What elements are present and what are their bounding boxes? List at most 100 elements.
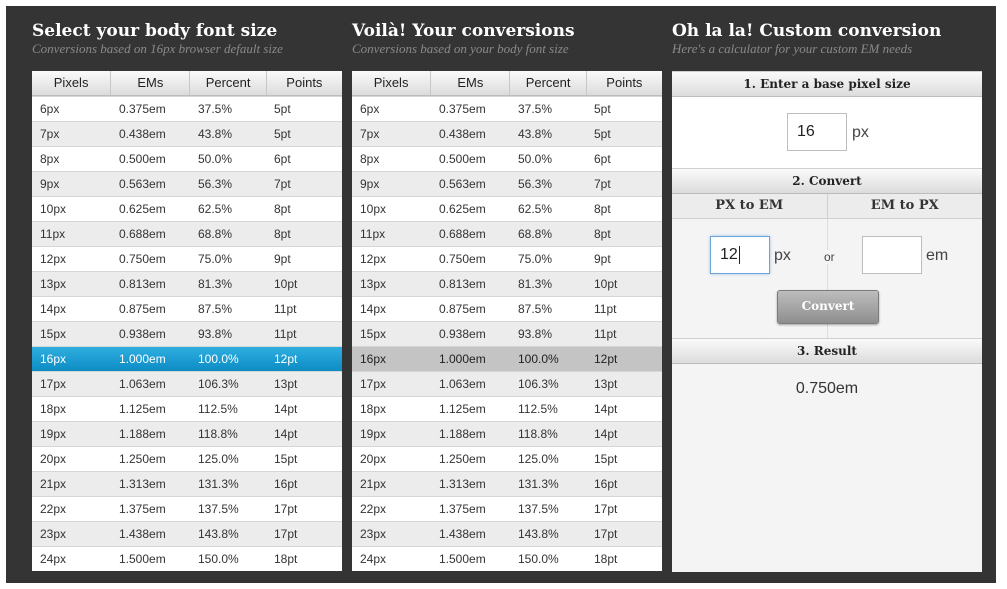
cell-percent: 50.0% [198, 152, 233, 166]
cell-pixels: 13px [360, 277, 387, 291]
table-row: 14px 0.875em 87.5% 11pt [352, 296, 662, 321]
cell-pixels: 20px [360, 452, 387, 466]
cell-ems: 1.250em [119, 452, 166, 466]
table-row: 13px 0.813em 81.3% 10pt [352, 271, 662, 296]
cell-points: 17pt [274, 502, 298, 516]
cell-ems: 1.188em [439, 427, 486, 441]
cell-points: 15pt [274, 452, 298, 466]
table-body: 6px 0.375em 37.5% 5pt 7px 0.438em 43.8% 5pt 8px 0… [32, 96, 342, 571]
cell-percent: 37.5% [198, 102, 233, 116]
cell-points: 17pt [594, 502, 618, 516]
table-row[interactable]: 9px 0.563em 56.3% 7pt [32, 171, 342, 196]
cell-ems: 1.500em [439, 552, 486, 566]
convert-button[interactable]: Convert [777, 290, 879, 324]
cell-pixels: 14px [40, 302, 67, 316]
cell-pixels: 16px [40, 352, 67, 366]
cell-points: 9pt [274, 252, 291, 266]
base-pixel-input[interactable]: 16 [787, 113, 847, 151]
cell-points: 7pt [274, 177, 291, 191]
cell-points: 12pt [274, 352, 298, 366]
cell-ems: 0.875em [119, 302, 166, 316]
tab-em-to-px[interactable]: EM to PX [826, 194, 983, 218]
cell-ems: 0.563em [439, 177, 486, 191]
table-row[interactable]: 18px 1.125em 112.5% 14pt [32, 396, 342, 421]
cell-percent: 81.3% [518, 277, 553, 291]
table-row[interactable]: 7px 0.438em 43.8% 5pt [32, 121, 342, 146]
column-header-percent[interactable]: Percent [190, 71, 267, 95]
column-header-pixels[interactable]: Pixels [32, 71, 112, 95]
table-row: 21px 1.313em 131.3% 16pt [352, 471, 662, 496]
cell-percent: 143.8% [198, 527, 239, 541]
table-row[interactable]: 10px 0.625em 62.5% 8pt [32, 196, 342, 221]
cell-percent: 106.3% [518, 377, 559, 391]
cell-points: 8pt [594, 227, 611, 241]
cell-pixels: 15px [360, 327, 387, 341]
table-row: 12px 0.750em 75.0% 9pt [352, 246, 662, 271]
column-header-ems: EMs [431, 71, 511, 95]
column-header-points[interactable]: Points [267, 71, 342, 95]
cell-ems: 1.500em [119, 552, 166, 566]
cell-pixels: 13px [40, 277, 67, 291]
cell-ems: 1.000em [439, 352, 486, 366]
cell-ems: 0.375em [119, 102, 166, 116]
cell-pixels: 22px [360, 502, 387, 516]
table-row[interactable]: 15px 0.938em 93.8% 11pt [32, 321, 342, 346]
panel-title: Voilà! Your conversions [352, 21, 575, 41]
table-row[interactable]: 19px 1.188em 118.8% 14pt [32, 421, 342, 446]
cell-ems: 0.938em [439, 327, 486, 341]
px-input[interactable]: 12 [710, 236, 770, 274]
table-row[interactable]: 14px 0.875em 87.5% 11pt [32, 296, 342, 321]
cell-percent: 68.8% [198, 227, 233, 241]
panel-title: Select your body font size [32, 21, 278, 41]
cell-pixels: 12px [40, 252, 67, 266]
cell-percent: 75.0% [198, 252, 233, 266]
cell-pixels: 18px [360, 402, 387, 416]
table-row[interactable]: 24px 1.500em 150.0% 18pt [32, 546, 342, 571]
cell-points: 5pt [594, 102, 611, 116]
cell-ems: 0.438em [119, 127, 166, 141]
table-row[interactable]: 23px 1.438em 143.8% 17pt [32, 521, 342, 546]
table-row[interactable]: 13px 0.813em 81.3% 10pt [32, 271, 342, 296]
cell-points: 9pt [594, 252, 611, 266]
cell-pixels: 24px [40, 552, 67, 566]
cell-percent: 43.8% [518, 127, 553, 141]
table-row[interactable]: 8px 0.500em 50.0% 6pt [32, 146, 342, 171]
cell-pixels: 11px [40, 227, 66, 241]
cell-pixels: 23px [40, 527, 67, 541]
cell-ems: 1.375em [119, 502, 166, 516]
cell-ems: 1.125em [119, 402, 166, 416]
cell-percent: 62.5% [198, 202, 233, 216]
cell-ems: 0.813em [439, 277, 486, 291]
table-header: Pixels EMs Percent Points [32, 71, 342, 96]
cell-points: 7pt [594, 177, 611, 191]
cell-pixels: 11px [360, 227, 386, 241]
cell-percent: 43.8% [198, 127, 233, 141]
cell-ems: 0.938em [119, 327, 166, 341]
px-input-value: 12 [720, 246, 738, 263]
tab-px-to-em[interactable]: PX to EM [672, 194, 827, 218]
cell-points: 16pt [594, 477, 618, 491]
column-header-percent: Percent [510, 71, 587, 95]
cell-pixels: 17px [40, 377, 67, 391]
cell-ems: 0.500em [439, 152, 486, 166]
table-row[interactable]: 22px 1.375em 137.5% 17pt [32, 496, 342, 521]
table-row[interactable]: 12px 0.750em 75.0% 9pt [32, 246, 342, 271]
cell-percent: 100.0% [198, 352, 239, 366]
cell-percent: 75.0% [518, 252, 553, 266]
table-row[interactable]: 17px 1.063em 106.3% 13pt [32, 371, 342, 396]
table-row[interactable]: 11px 0.688em 68.8% 8pt [32, 221, 342, 246]
cell-points: 11pt [274, 327, 297, 341]
table-row[interactable]: 16px 1.000em 100.0% 12pt [32, 346, 342, 371]
cell-percent: 93.8% [198, 327, 233, 341]
cell-points: 14pt [594, 427, 618, 441]
em-input[interactable] [862, 236, 922, 274]
app-frame: Select your body font size Conversions b… [6, 6, 996, 583]
cell-points: 10pt [274, 277, 298, 291]
cell-ems: 0.438em [439, 127, 486, 141]
cell-points: 8pt [274, 202, 291, 216]
table-row[interactable]: 6px 0.375em 37.5% 5pt [32, 96, 342, 121]
column-header-ems[interactable]: EMs [111, 71, 191, 95]
table-row[interactable]: 21px 1.313em 131.3% 16pt [32, 471, 342, 496]
cell-ems: 1.125em [439, 402, 486, 416]
table-row[interactable]: 20px 1.250em 125.0% 15pt [32, 446, 342, 471]
